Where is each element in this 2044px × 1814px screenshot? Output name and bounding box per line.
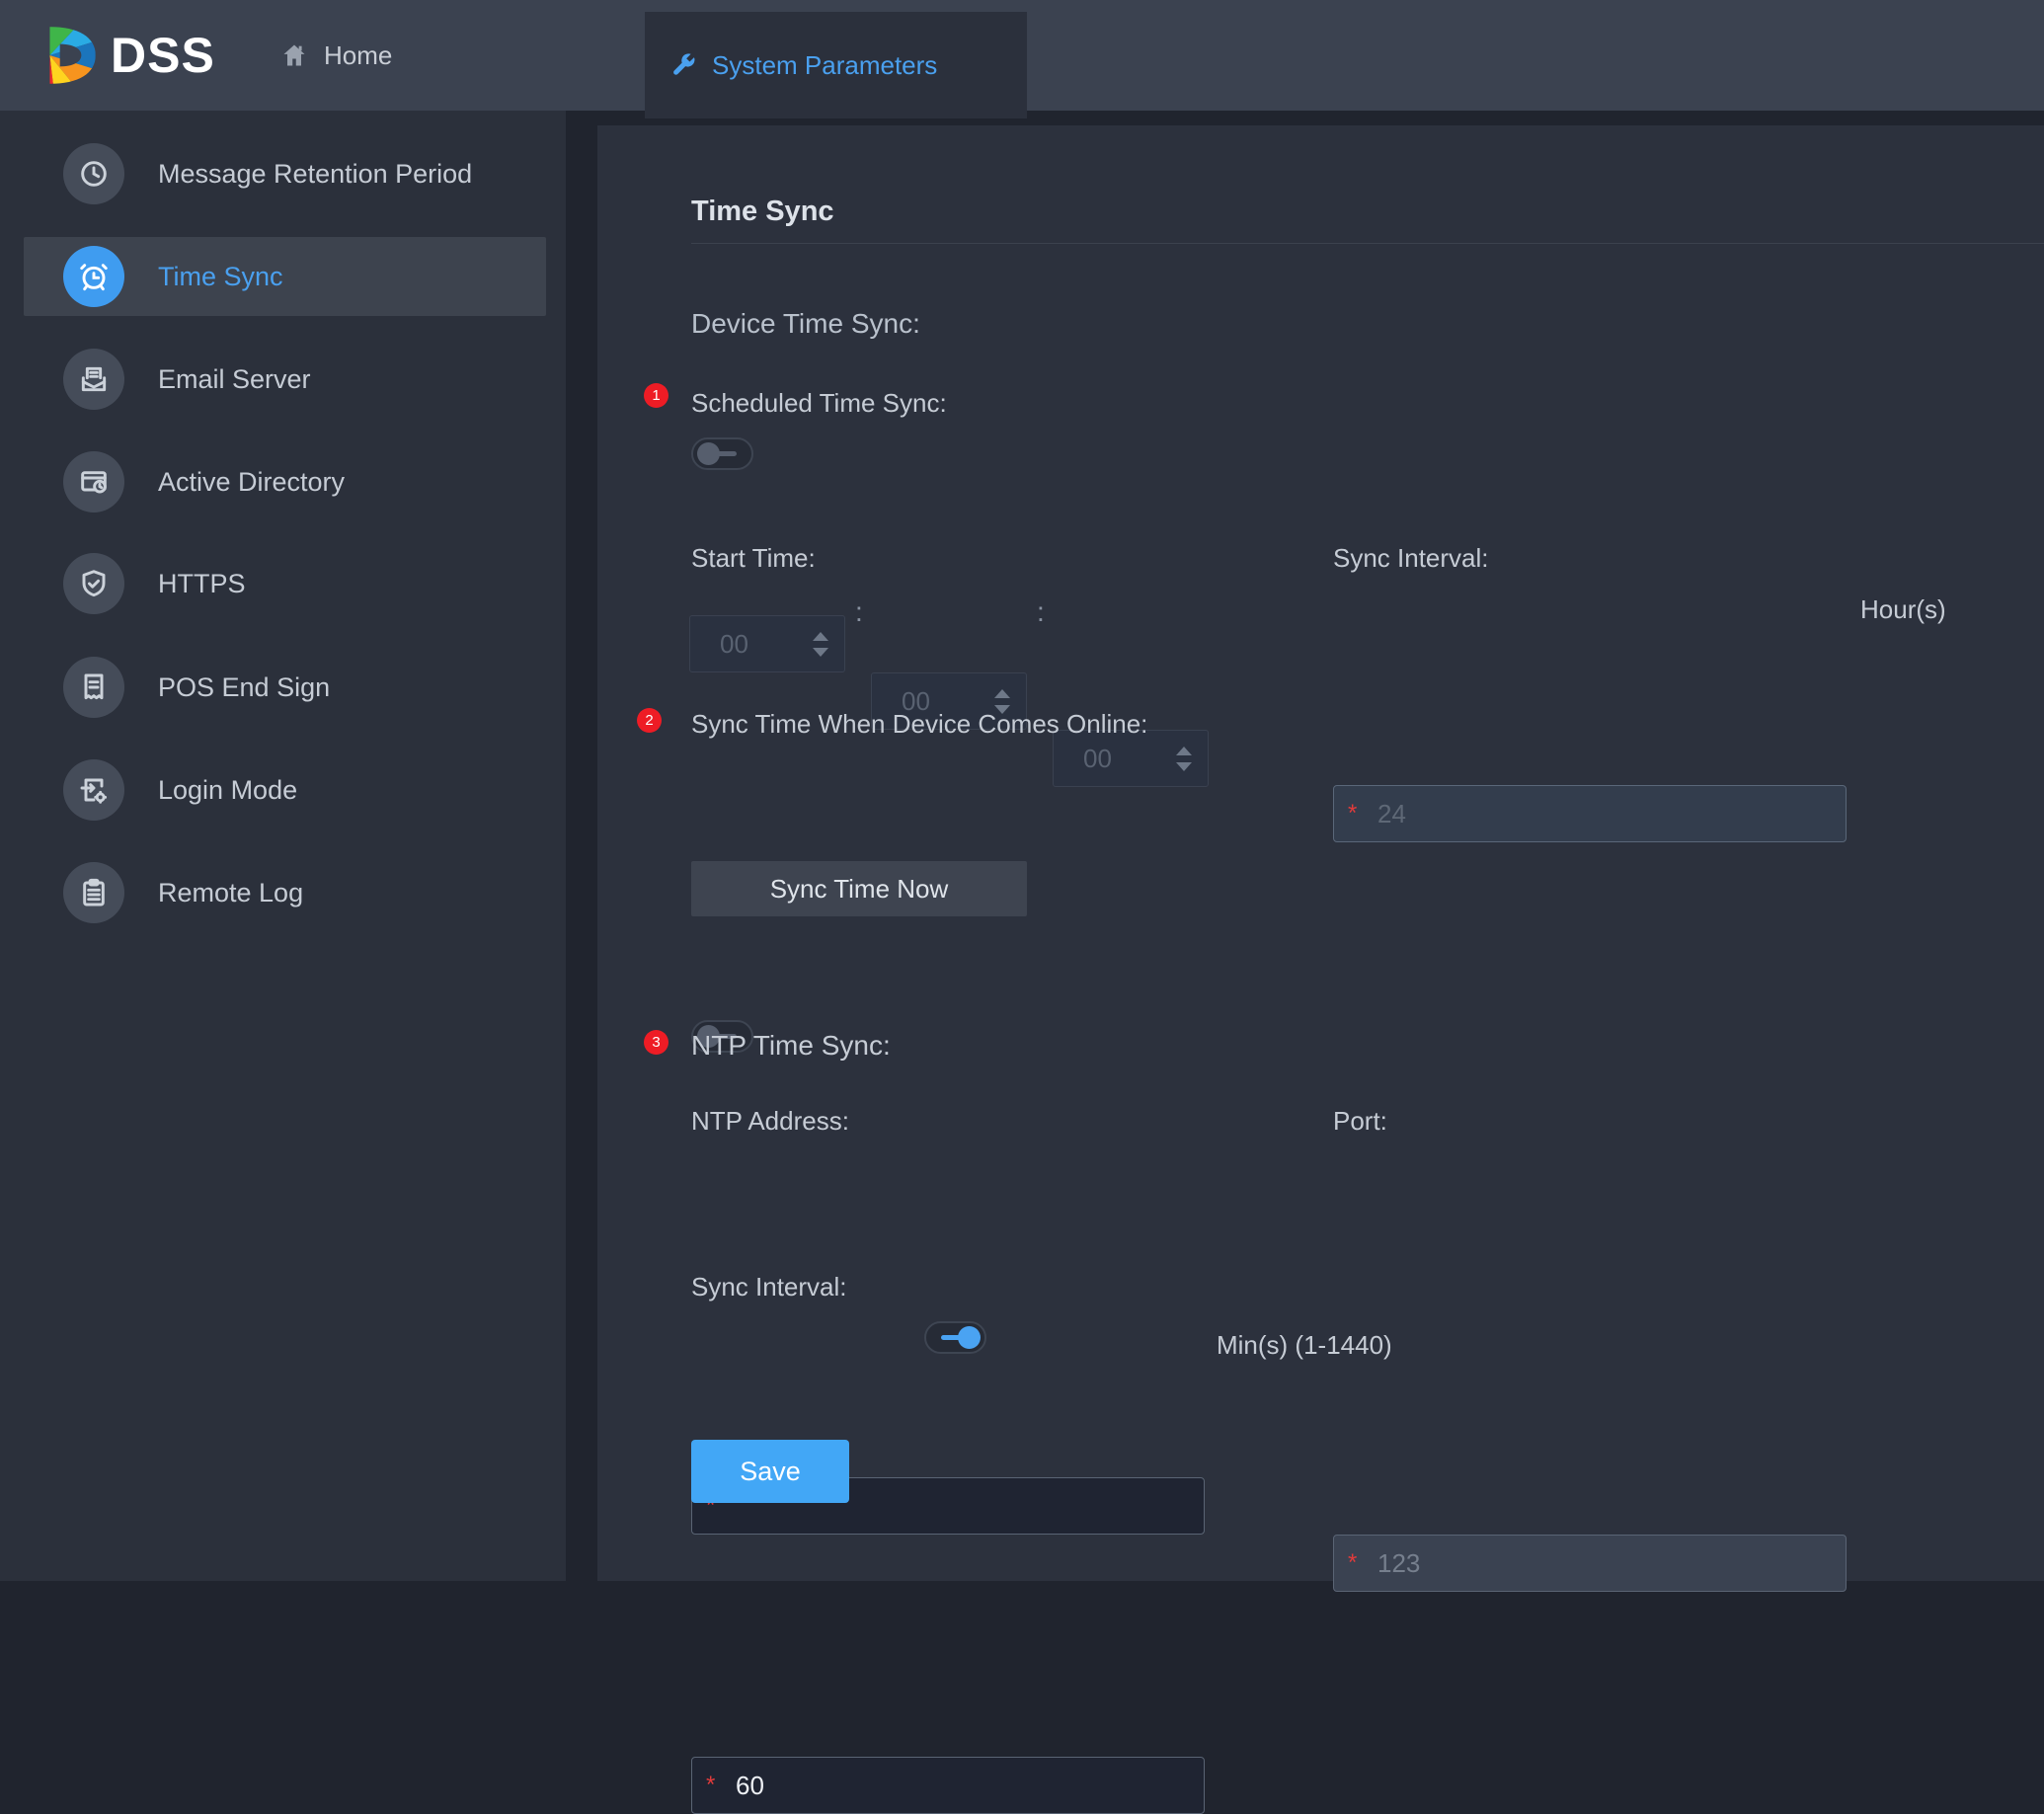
top-bar: DSS Home System Parameters	[0, 0, 2044, 111]
port-input[interactable]	[1334, 1536, 1846, 1591]
sidebar-item-remote-log[interactable]: Remote Log	[24, 853, 546, 932]
step-badge-1: 1	[644, 383, 668, 408]
spinner-up-icon[interactable]	[813, 632, 828, 641]
shield-check-icon	[63, 553, 124, 614]
hour-value: 00	[720, 629, 748, 660]
dss-logo: DSS	[38, 22, 215, 89]
dss-logo-icon	[38, 23, 103, 88]
time-separator: :	[855, 596, 863, 628]
device-time-sync-label: Device Time Sync:	[691, 308, 920, 340]
sidebar-item-label: Message Retention Period	[158, 159, 472, 190]
ntp-address-label: NTP Address:	[691, 1106, 849, 1137]
sidebar-item-label: Time Sync	[158, 262, 283, 292]
spinner-arrows[interactable]	[813, 616, 828, 671]
alarm-clock-icon	[63, 246, 124, 307]
sync-interval-mins-field: *	[691, 1757, 1205, 1814]
page-title: Time Sync	[691, 196, 834, 228]
sidebar-item-label: Login Mode	[158, 775, 297, 806]
sync-online-label: Sync Time When Device Comes Online:	[691, 709, 1147, 740]
logo-text: DSS	[111, 22, 215, 89]
port-field: *	[1333, 1535, 1847, 1592]
sidebar: Message Retention Period Time Sync Email…	[0, 111, 566, 1581]
sync-interval-mins-input[interactable]	[692, 1758, 1204, 1813]
directory-icon	[63, 451, 124, 513]
port-label: Port:	[1333, 1106, 1387, 1137]
clock-icon	[63, 143, 124, 204]
sidebar-item-https[interactable]: HTTPS	[24, 544, 546, 623]
sync-interval-hours-label: Sync Interval:	[1333, 543, 1489, 574]
wrench-icon	[668, 51, 696, 79]
sync-interval-mins-label: Sync Interval:	[691, 1272, 847, 1302]
badge-number: 3	[652, 1034, 660, 1051]
sync-time-now-button[interactable]: Sync Time Now	[691, 861, 1027, 916]
tab-system-parameters[interactable]: System Parameters	[645, 12, 1027, 118]
tab-system-parameters-label: System Parameters	[712, 50, 937, 81]
sidebar-item-login-mode[interactable]: Login Mode	[24, 750, 546, 829]
step-badge-2: 2	[637, 708, 662, 733]
ntp-time-sync-label: NTP Time Sync:	[691, 1030, 891, 1062]
second-value: 00	[1083, 744, 1112, 774]
save-button[interactable]: Save	[691, 1440, 849, 1503]
nav-home-label: Home	[324, 40, 392, 71]
badge-number: 1	[652, 387, 660, 404]
spinner-up-icon[interactable]	[1176, 747, 1192, 755]
sidebar-item-label: POS End Sign	[158, 672, 330, 703]
sidebar-item-active-directory[interactable]: Active Directory	[24, 442, 546, 521]
badge-number: 2	[645, 712, 653, 729]
spinner-arrows[interactable]	[1176, 731, 1192, 786]
sidebar-item-label: Active Directory	[158, 467, 345, 498]
sidebar-item-label: Remote Log	[158, 878, 303, 908]
time-separator: :	[1037, 596, 1045, 628]
receipt-icon	[63, 657, 124, 718]
scheduled-time-sync-label: Scheduled Time Sync:	[691, 388, 947, 419]
sidebar-item-email-server[interactable]: Email Server	[24, 340, 546, 419]
nav-home[interactable]: Home	[280, 0, 392, 111]
sidebar-item-pos-end-sign[interactable]: POS End Sign	[24, 648, 546, 727]
spinner-down-icon[interactable]	[813, 648, 828, 657]
sidebar-item-time-sync[interactable]: Time Sync	[24, 237, 546, 316]
mins-unit-label: Min(s) (1-1440)	[1217, 1330, 1392, 1361]
login-gear-icon	[63, 759, 124, 821]
ntp-time-sync-toggle[interactable]	[924, 1321, 986, 1354]
toggle-tail	[941, 1335, 963, 1340]
start-time-label: Start Time:	[691, 543, 816, 574]
start-time-hour-spinner[interactable]: 00	[689, 615, 845, 672]
home-icon	[280, 41, 308, 69]
toggle-tail	[715, 451, 737, 456]
sync-interval-hours-field: *	[1333, 785, 1847, 842]
sidebar-item-message-retention-period[interactable]: Message Retention Period	[24, 134, 546, 213]
clipboard-icon	[63, 862, 124, 923]
sync-interval-hours-input[interactable]	[1334, 786, 1846, 841]
sidebar-item-label: Email Server	[158, 364, 311, 395]
title-divider	[691, 243, 2044, 244]
spinner-up-icon[interactable]	[994, 689, 1010, 698]
spinner-down-icon[interactable]	[1176, 762, 1192, 771]
scheduled-time-sync-toggle[interactable]	[691, 437, 753, 470]
email-icon	[63, 349, 124, 410]
content-panel	[597, 125, 2044, 1581]
step-badge-3: 3	[644, 1030, 668, 1055]
hours-unit-label: Hour(s)	[1860, 594, 1946, 625]
sidebar-item-label: HTTPS	[158, 569, 246, 599]
